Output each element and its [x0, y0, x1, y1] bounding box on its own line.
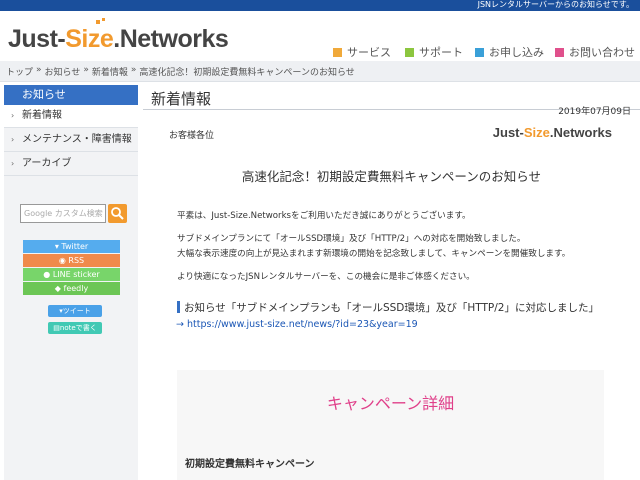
brand-logo-small: Just-Size.Networks [493, 125, 612, 140]
sidebar: お知らせ › 新着情報 › メンテナンス・障害情報 › アーカイブ Google… [4, 85, 138, 480]
nav-support-label: サポート [419, 46, 463, 59]
rss-label: RSS [68, 256, 85, 265]
notice-accent-bar [177, 301, 180, 313]
tweet-label: ツイート [62, 307, 91, 315]
line-sticker-label: LINE sticker [52, 270, 100, 279]
logo-dot [102, 18, 105, 21]
rss-icon: ◉ [58, 256, 69, 265]
sidebar-item-label: メンテナンス・障害情報 [22, 134, 132, 145]
breadcrumb-item-latest[interactable]: 新着情報 [92, 65, 128, 78]
sidebar-item-archive[interactable]: › アーカイブ [4, 153, 138, 176]
search-button[interactable] [108, 204, 127, 223]
nav-contact-label: お問い合わせ [569, 46, 635, 59]
article-paragraph: 大幅な表示速度の向上が見込まれます新環境の開始を記念致しまして、キャンペーンを開… [177, 249, 571, 259]
nav-apply[interactable]: お申し込み [475, 44, 544, 60]
tweet-button[interactable]: ▾ツイート [48, 305, 102, 317]
nav-services-label: サービス [347, 46, 391, 59]
mini-logo-part-just: Just- [492, 125, 524, 140]
campaign-panel: キャンペーン詳細 初期設定費無料キャンペーン [177, 370, 604, 480]
nav-contact[interactable]: お問い合わせ [555, 44, 635, 60]
sidebar-item-maintenance[interactable]: › メンテナンス・障害情報 [4, 129, 138, 152]
logo-part-size: Size [65, 25, 114, 53]
greeting-text: お客様各位 [169, 131, 215, 141]
twitter-follow-button[interactable]: ▾ Twitter [23, 240, 120, 253]
sidebar-heading-label: お知らせ [22, 88, 66, 101]
campaign-title: キャンペーン詳細 [326, 394, 455, 413]
top-announcement-bar: JSNレンタルサーバーからのお知らせです。 [0, 0, 640, 11]
notice-link[interactable]: → https://www.just-size.net/news/?id=23&… [176, 319, 418, 330]
related-notice: お知らせ「サブドメインプランも「オールSSD環境」及び「HTTP/2」に対応しま… [177, 300, 599, 315]
chevron-right-icon: › [11, 159, 15, 168]
post-date: 2019年07月09日 [558, 107, 631, 117]
breadcrumb-separator: » [83, 65, 89, 75]
search-placeholder: Google カスタム検索 [24, 209, 103, 218]
note-label: noteで書く [59, 324, 97, 332]
top-announcement-text: JSNレンタルサーバーからのお知らせです。 [477, 0, 634, 9]
sidebar-item-latest[interactable]: › 新着情報 [4, 105, 138, 128]
site-header: Just-Size.Networks サービス サポート お申し込み お問い合わ… [0, 11, 640, 61]
line-icon: ● [43, 270, 53, 279]
site-logo[interactable]: Just-Size.Networks [8, 18, 229, 54]
mini-logo-part-networks: .Networks [549, 125, 612, 140]
square-bullet-icon [555, 47, 564, 57]
note-button[interactable]: ▤noteで書く [48, 322, 102, 334]
twitter-label: Twitter [61, 242, 89, 251]
breadcrumb: トップ » お知らせ » 新着情報 » 高速化記念！初期設定費無料キャンペーンの… [6, 65, 355, 78]
line-sticker-button[interactable]: ● LINE sticker [23, 268, 120, 281]
sidebar-item-label: アーカイブ [22, 158, 72, 169]
logo-part-networks: .Networks [113, 25, 229, 53]
feedly-label: feedly [63, 284, 89, 293]
sidebar-item-label: 新着情報 [22, 110, 62, 121]
breadcrumb-item-current: 高速化記念！初期設定費無料キャンペーンのお知らせ [139, 68, 355, 78]
breadcrumb-item-top[interactable]: トップ [6, 65, 33, 78]
nav-support[interactable]: サポート [405, 44, 463, 60]
article-paragraph: 平素は、Just-Size.Networksをご利用いただき誠にありがとうござい… [177, 211, 471, 221]
feedly-icon: ◆ [54, 284, 64, 293]
logo-part-just: Just- [8, 25, 66, 53]
search-input[interactable]: Google カスタム検索 [20, 204, 106, 223]
main-content: 新着情報 2019年07月09日 お客様各位 Just-Size.Network… [143, 85, 640, 480]
nav-services[interactable]: サービス [333, 44, 391, 60]
square-bullet-icon [475, 47, 484, 57]
breadcrumb-bar: トップ » お知らせ » 新着情報 » 高速化記念！初期設定費無料キャンペーンの… [0, 61, 640, 82]
feedly-button[interactable]: ◆ feedly [23, 282, 120, 295]
article-paragraph: より快適になったJSNレンタルサーバーを、この機会に是非ご体感ください。 [177, 272, 475, 282]
breadcrumb-separator: » [36, 65, 42, 75]
notice-title: お知らせ「サブドメインプランも「オールSSD環境」及び「HTTP/2」に対応しま… [184, 302, 599, 314]
breadcrumb-separator: » [130, 65, 137, 75]
chevron-right-icon: › [11, 135, 15, 144]
note-icon: ▤ [53, 324, 60, 332]
campaign-subheading: 初期設定費無料キャンペーン [185, 459, 315, 470]
square-bullet-icon [405, 47, 414, 57]
article-paragraph: サブドメインプランにて「オールSSD環境」及び「HTTP/2」への対応を開始致し… [177, 234, 526, 244]
logo-dot [96, 20, 100, 24]
sidebar-heading[interactable]: お知らせ [4, 85, 138, 105]
page-title: 新着情報 [151, 90, 212, 108]
square-bullet-icon [333, 47, 342, 57]
mini-logo-part-size: Size [523, 125, 550, 140]
article-headline: 高速化記念！初期設定費無料キャンペーンのお知らせ [241, 169, 542, 184]
chevron-right-icon: › [11, 111, 15, 120]
nav-apply-label: お申し込み [489, 46, 544, 59]
rss-button[interactable]: ◉ RSS [23, 254, 120, 267]
search-icon [111, 207, 124, 220]
breadcrumb-item-news[interactable]: お知らせ [45, 65, 81, 78]
